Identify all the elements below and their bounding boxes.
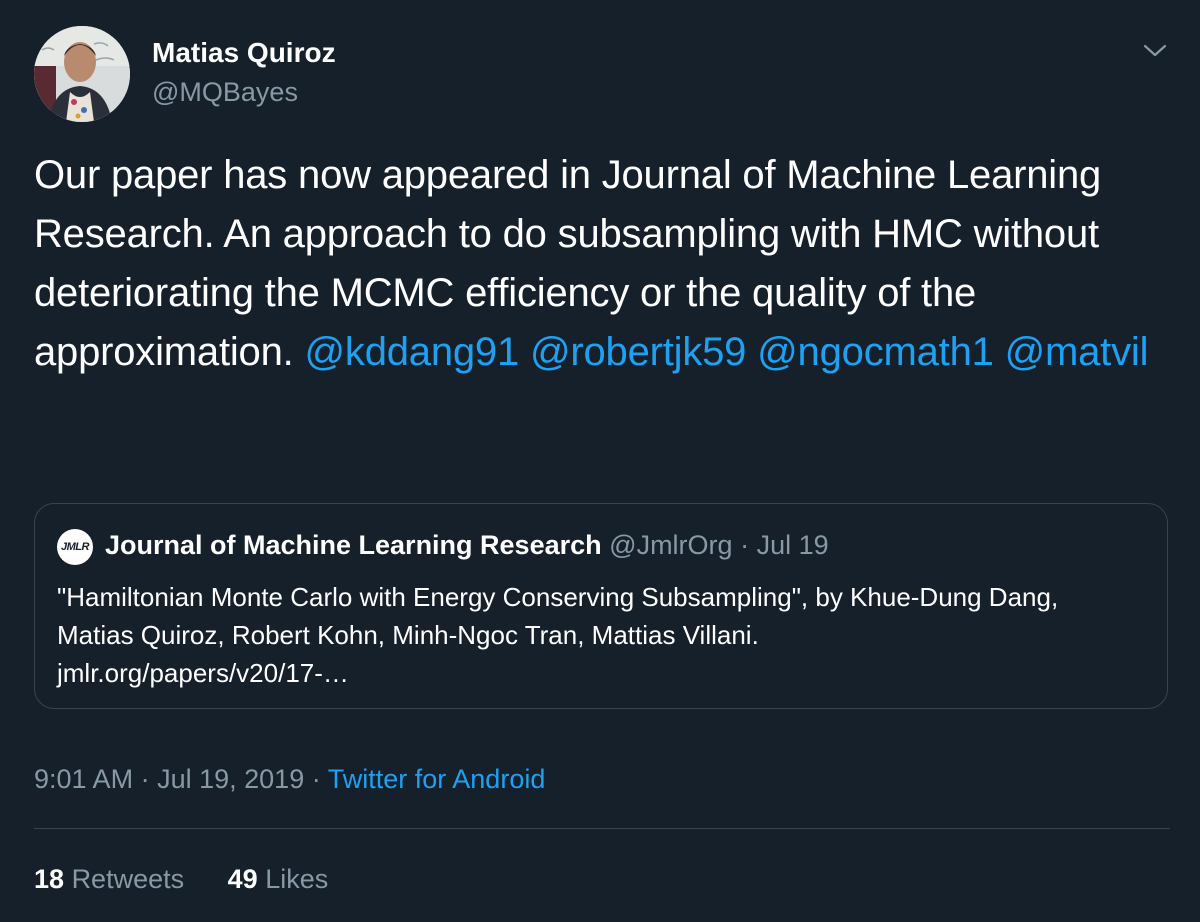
separator-dot: · bbox=[140, 764, 150, 794]
retweets-label: Retweets bbox=[71, 864, 185, 894]
quoted-date: Jul 19 bbox=[756, 530, 829, 560]
mention-link[interactable]: @kddang91 bbox=[305, 330, 520, 374]
quoted-author-handle: @JmlrOrg bbox=[609, 530, 733, 560]
author-handle[interactable]: @MQBayes bbox=[152, 76, 298, 108]
quoted-link: jmlr.org/papers/v20/17-… bbox=[57, 658, 349, 688]
mention-link[interactable]: @matvil bbox=[1005, 330, 1149, 374]
separator-dot: · bbox=[740, 530, 750, 560]
retweets-stat[interactable]: 18 Retweets bbox=[34, 862, 184, 896]
author-name[interactable]: Matias Quiroz bbox=[152, 36, 336, 70]
quoted-tweet-text: "Hamiltonian Monte Carlo with Energy Con… bbox=[57, 578, 1137, 692]
quoted-body: "Hamiltonian Monte Carlo with Energy Con… bbox=[57, 582, 1059, 650]
separator-dot: · bbox=[311, 764, 321, 794]
tweet-source[interactable]: Twitter for Android bbox=[328, 764, 546, 794]
mention-link[interactable]: @robertjk59 bbox=[530, 330, 746, 374]
tweet-card: Matias Quiroz @MQBayes Our paper has now… bbox=[0, 0, 1200, 922]
quoted-tweet[interactable]: JMLR Journal of Machine Learning Researc… bbox=[34, 503, 1168, 709]
avatar[interactable] bbox=[34, 26, 130, 122]
avatar-photo bbox=[34, 26, 130, 122]
likes-count: 49 bbox=[227, 864, 258, 894]
tweet-time[interactable]: 9:01 AM bbox=[34, 764, 133, 794]
quoted-author-name: Journal of Machine Learning Research bbox=[105, 530, 602, 560]
divider bbox=[34, 828, 1170, 829]
engagement-stats: 18 Retweets 49 Likes bbox=[34, 862, 364, 896]
likes-label: Likes bbox=[265, 864, 329, 894]
tweet-text: Our paper has now appeared in Journal of… bbox=[34, 146, 1174, 382]
retweets-count: 18 bbox=[34, 864, 65, 894]
tweet-meta: 9:01 AM · Jul 19, 2019 · Twitter for And… bbox=[34, 762, 545, 796]
quoted-tweet-header: Journal of Machine Learning Research @Jm… bbox=[105, 528, 829, 562]
jmlr-logo: JMLR bbox=[57, 529, 93, 565]
likes-stat[interactable]: 49 Likes bbox=[228, 862, 329, 896]
mention-link[interactable]: @ngocmath1 bbox=[757, 330, 994, 374]
chevron-down-icon[interactable] bbox=[1140, 38, 1170, 62]
tweet-date[interactable]: Jul 19, 2019 bbox=[157, 764, 304, 794]
